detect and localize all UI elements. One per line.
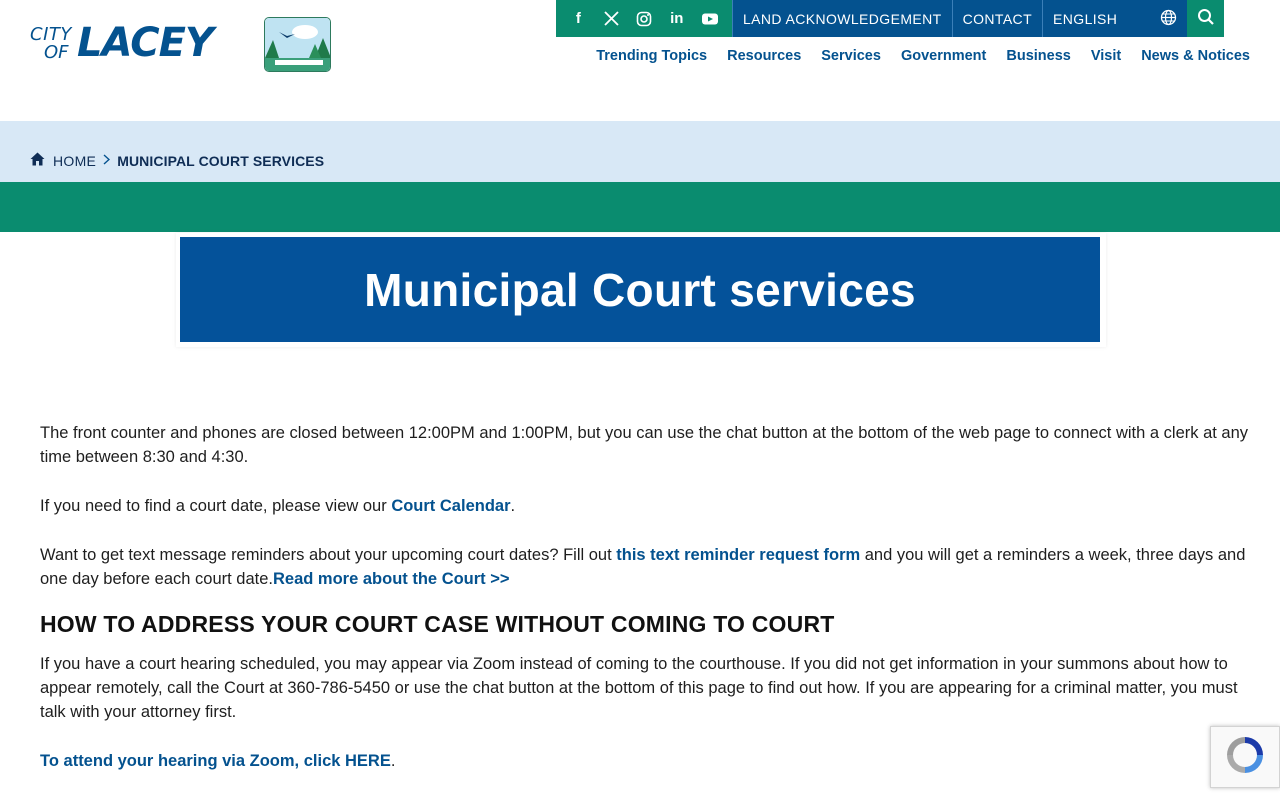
breadcrumb-home-label: HOME [53, 152, 97, 169]
chevron-right-icon [103, 153, 111, 168]
city-logo[interactable]: CITY OF LACEY [30, 16, 331, 72]
green-banner [0, 182, 1280, 232]
linkedin-icon[interactable]: in [667, 9, 687, 29]
breadcrumb: HOME MUNICIPAL COURT SERVICES [0, 121, 1280, 182]
logo-emblem-icon [264, 16, 331, 72]
nav-services[interactable]: Services [821, 48, 881, 64]
page-title-box: Municipal Court services [176, 233, 1106, 347]
zoom-link-period: . [390, 752, 396, 770]
read-more-court-link[interactable]: Read more about the Court >> [273, 570, 510, 588]
court-calendar-period: . [510, 497, 516, 515]
nav-news-notices[interactable]: News & Notices [1141, 48, 1250, 64]
utility-bar: f in LAND ACKNOWLEDGEMENT CONTACT ENGLIS… [556, 0, 1225, 37]
court-calendar-paragraph: If you need to find a court date, please… [40, 494, 1250, 518]
page-title: Municipal Court services [364, 263, 916, 316]
facebook-icon[interactable]: f [568, 9, 588, 29]
x-icon[interactable] [601, 9, 621, 29]
zoom-hearing-link[interactable]: To attend your hearing via Zoom, click H… [40, 752, 391, 770]
recaptcha-icon [1223, 733, 1267, 782]
zoom-link-paragraph: To attend your hearing via Zoom, click H… [40, 749, 1250, 773]
page-title-panel: Municipal Court services [180, 237, 1100, 342]
logo-lacey-text: LACEY [77, 20, 214, 66]
site-header: CITY OF LACEY f in LAND ACKNOWLEDGEMENT … [0, 0, 1280, 121]
recaptcha-badge[interactable] [1210, 726, 1280, 788]
logo-of-text: OF [44, 42, 69, 63]
nav-government[interactable]: Government [901, 48, 986, 64]
court-calendar-link[interactable]: Court Calendar [391, 497, 510, 515]
search-icon [1197, 8, 1215, 29]
search-button[interactable] [1187, 0, 1225, 37]
language-label: ENGLISH [1053, 10, 1118, 27]
globe-icon [1160, 9, 1177, 29]
text-reminder-intro: Want to get text message reminders about… [40, 546, 617, 564]
youtube-icon[interactable] [700, 9, 720, 29]
land-acknowledgement-link[interactable]: LAND ACKNOWLEDGEMENT [732, 0, 952, 37]
logo-wordmark: CITY OF LACEY [30, 16, 255, 72]
court-calendar-text: If you need to find a court date, please… [40, 497, 392, 515]
text-reminder-paragraph: Want to get text message reminders about… [40, 543, 1250, 591]
breadcrumb-home-link[interactable]: HOME [30, 152, 96, 169]
nav-business[interactable]: Business [1006, 48, 1070, 64]
social-links: f in [556, 0, 732, 37]
nav-trending-topics[interactable]: Trending Topics [596, 48, 707, 64]
nav-visit[interactable]: Visit [1091, 48, 1121, 64]
hours-paragraph: The front counter and phones are closed … [40, 424, 1249, 466]
breadcrumb-current: MUNICIPAL COURT SERVICES [117, 152, 325, 169]
main-navigation: Trending Topics Resources Services Gover… [596, 48, 1250, 64]
section-heading: HOW TO ADDRESS YOUR COURT CASE WITHOUT C… [40, 611, 835, 637]
instagram-icon[interactable] [634, 9, 654, 29]
home-icon [30, 152, 45, 169]
contact-link[interactable]: CONTACT [951, 0, 1043, 37]
text-reminder-form-link[interactable]: this text reminder request form [616, 546, 860, 564]
nav-resources[interactable]: Resources [727, 48, 801, 64]
main-content: The front counter and phones are closed … [40, 421, 1250, 798]
zoom-info-paragraph: If you have a court hearing scheduled, y… [40, 655, 1238, 721]
language-selector[interactable]: ENGLISH [1042, 0, 1188, 37]
